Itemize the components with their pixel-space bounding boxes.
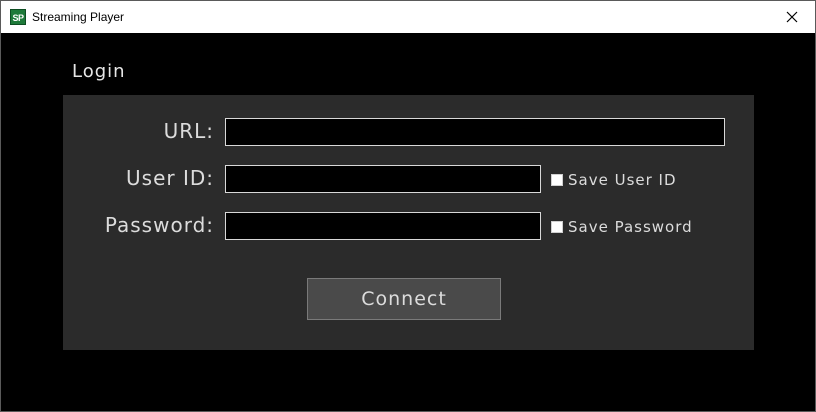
url-input[interactable]: [225, 118, 725, 146]
save-user-id-checkbox-row[interactable]: Save User ID: [551, 171, 677, 189]
main-content: Login URL: User ID: Save User ID Passwor…: [1, 33, 815, 411]
login-heading: Login: [72, 61, 126, 82]
url-label: URL:: [163, 119, 214, 143]
window-title: Streaming Player: [32, 10, 125, 24]
close-button[interactable]: [769, 1, 815, 33]
user-id-input[interactable]: [225, 165, 541, 193]
connect-button[interactable]: Connect: [307, 278, 501, 320]
password-input[interactable]: [225, 212, 541, 240]
save-password-label: Save Password: [568, 218, 693, 236]
streaming-player-window: SP Streaming Player Login URL: User ID: …: [0, 0, 816, 412]
save-password-checkbox[interactable]: [551, 221, 563, 233]
title-bar[interactable]: SP Streaming Player: [1, 1, 815, 33]
app-icon: SP: [10, 9, 26, 25]
login-panel: URL: User ID: Save User ID Password: Sav…: [63, 95, 754, 350]
save-user-id-checkbox[interactable]: [551, 174, 563, 186]
save-password-checkbox-row[interactable]: Save Password: [551, 218, 693, 236]
user-id-label: User ID:: [126, 166, 214, 190]
save-user-id-label: Save User ID: [568, 171, 677, 189]
close-icon: [786, 11, 798, 23]
password-label: Password:: [104, 213, 214, 237]
